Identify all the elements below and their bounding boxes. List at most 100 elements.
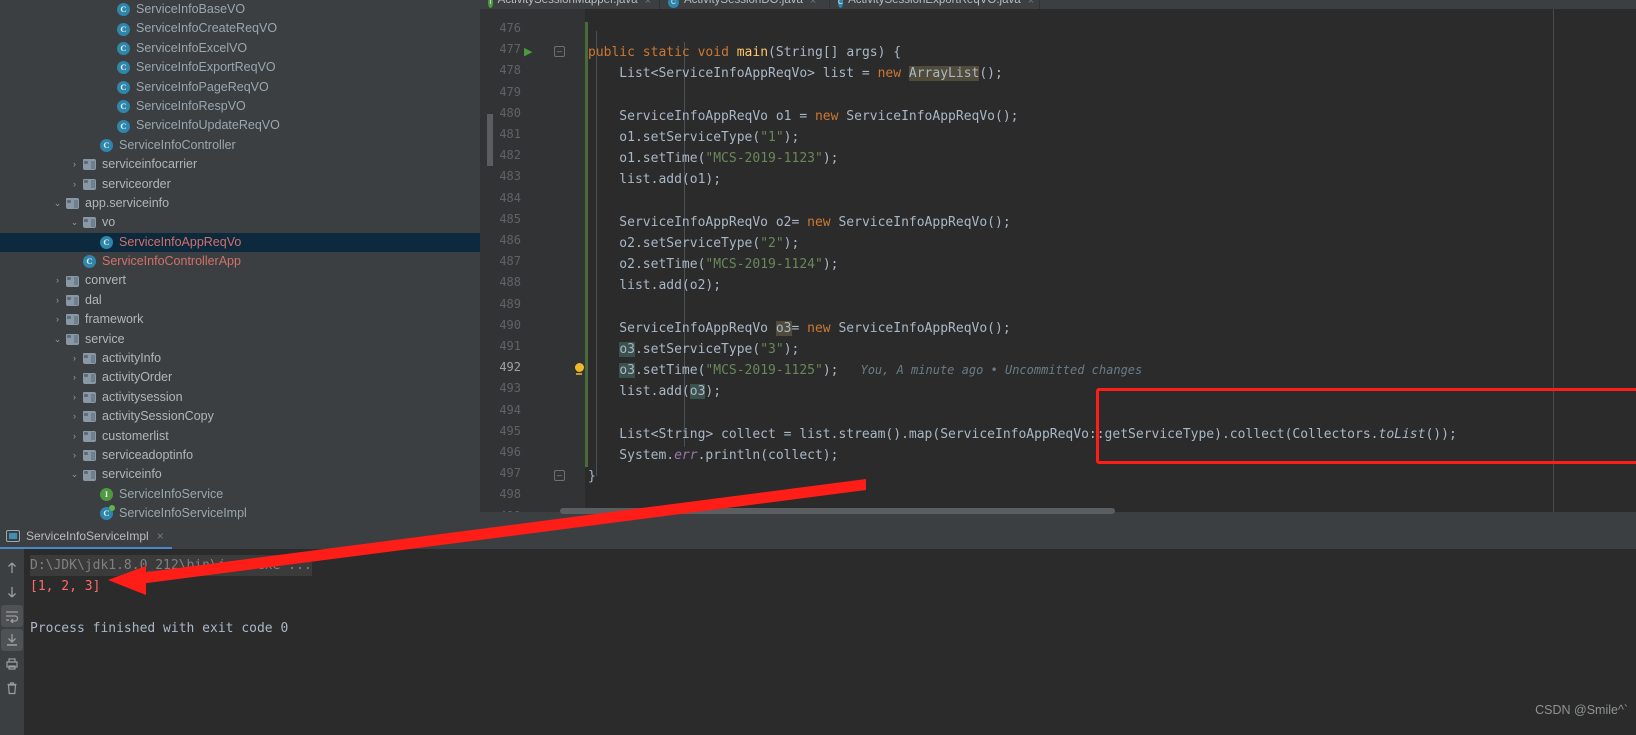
editor-tab-activitysessionexportreqvo-java[interactable]: C ActivitySessionExportReqVO.java × bbox=[830, 0, 1040, 9]
tree-item-serviceinfocarrier[interactable]: › serviceinfocarrier bbox=[0, 155, 480, 174]
chevron-right-icon[interactable]: › bbox=[68, 407, 81, 426]
tree-item-service[interactable]: ⌄ service bbox=[0, 330, 480, 349]
code-line-497[interactable]: } bbox=[588, 466, 596, 487]
tree-item-app-serviceinfo[interactable]: ⌄ app.serviceinfo bbox=[0, 194, 480, 213]
line-number: 494 bbox=[499, 402, 521, 417]
console-output[interactable]: D:\JDK\jdk1.8.0_212\bin\java.exe ... [1, … bbox=[24, 549, 1636, 735]
close-icon[interactable]: × bbox=[1028, 0, 1034, 7]
console-tab-serviceinfoserviceimpl[interactable]: ServiceInfoServiceImpl × bbox=[0, 525, 172, 549]
project-tree-panel[interactable]: ›CServiceInfoBaseVO›CServiceInfoCreateRe… bbox=[0, 0, 480, 525]
code-line-487[interactable]: o2.setTime("MCS-2019-1124"); bbox=[588, 254, 838, 275]
tree-item-activitysessioncopy[interactable]: › activitySessionCopy bbox=[0, 407, 480, 426]
code-text-area[interactable]: public static void main(String[] args) {… bbox=[588, 9, 1636, 527]
chevron-right-icon[interactable]: › bbox=[51, 271, 64, 290]
tree-item-serviceinfocreatereqvo[interactable]: ›C ServiceInfoCreateReqVO bbox=[0, 19, 480, 38]
line-number: 495 bbox=[499, 423, 521, 438]
code-line-485[interactable]: ServiceInfoAppReqVo o2= new ServiceInfoA… bbox=[588, 212, 1010, 233]
chevron-right-icon[interactable]: › bbox=[68, 175, 81, 194]
close-icon[interactable]: × bbox=[645, 0, 651, 7]
tree-item-convert[interactable]: › convert bbox=[0, 271, 480, 290]
tree-item-dal[interactable]: › dal bbox=[0, 291, 480, 310]
chevron-down-icon[interactable]: ⌄ bbox=[68, 213, 81, 232]
tree-item-serviceinfoserviceimpl[interactable]: ›C ServiceInfoServiceImpl bbox=[0, 504, 480, 523]
tree-item-label: convert bbox=[85, 273, 126, 288]
console-line: D:\JDK\jdk1.8.0_212\bin\java.exe ... bbox=[30, 555, 1636, 576]
tree-spacer: › bbox=[85, 504, 98, 523]
editor-tab-activitysessionmapper-java[interactable]: I ActivitySessionMapper.java × bbox=[480, 0, 660, 9]
chevron-right-icon[interactable]: › bbox=[68, 155, 81, 174]
line-number: 480 bbox=[499, 105, 521, 120]
chevron-right-icon[interactable]: › bbox=[68, 427, 81, 446]
code-line-477[interactable]: public static void main(String[] args) { bbox=[588, 42, 901, 63]
line-number: 487 bbox=[499, 254, 521, 269]
close-icon[interactable]: × bbox=[157, 529, 164, 543]
chevron-right-icon[interactable]: › bbox=[68, 368, 81, 387]
tree-item-serviceorder[interactable]: › serviceorder bbox=[0, 175, 480, 194]
chevron-down-icon[interactable]: ⌄ bbox=[51, 330, 64, 349]
tree-item-framework[interactable]: › framework bbox=[0, 310, 480, 329]
tree-item-activityorder[interactable]: › activityOrder bbox=[0, 368, 480, 387]
tree-item-serviceinfo[interactable]: ⌄ serviceinfo bbox=[0, 465, 480, 484]
tree-item-serviceinforespvo[interactable]: ›C ServiceInfoRespVO bbox=[0, 97, 480, 116]
run-gutter-icon[interactable]: ▶ bbox=[524, 46, 536, 58]
code-line-481[interactable]: o1.setServiceType("1"); bbox=[588, 127, 799, 148]
run-configuration-icon bbox=[6, 530, 20, 542]
code-line-492[interactable]: o3.setTime("MCS-2019-1125"); You, A minut… bbox=[588, 360, 1142, 381]
intention-bulb-icon[interactable] bbox=[573, 363, 585, 376]
code-line-478[interactable]: List<ServiceInfoAppReqVo> list = new Arr… bbox=[588, 63, 1003, 84]
editor-horizontal-scrollbar[interactable] bbox=[560, 508, 1115, 514]
tree-item-serviceinfoexcelvo[interactable]: ›C ServiceInfoExcelVO bbox=[0, 39, 480, 58]
tree-item-serviceinfopagereqvo[interactable]: ›C ServiceInfoPageReqVO bbox=[0, 78, 480, 97]
code-line-495[interactable]: List<String> collect = list.stream().map… bbox=[588, 424, 1456, 445]
tree-spacer: › bbox=[102, 19, 115, 38]
editor-tab-activitysessiondo-java[interactable]: C ActivitySessionDO.java × bbox=[660, 0, 830, 9]
tree-item-serviceinfoexportreqvo[interactable]: ›C ServiceInfoExportReqVO bbox=[0, 58, 480, 77]
java-class-icon: C bbox=[115, 100, 132, 114]
code-line-486[interactable]: o2.setServiceType("2"); bbox=[588, 233, 799, 254]
editor-tab-strip[interactable]: I ActivitySessionMapper.java × C ActivitySes… bbox=[480, 0, 1636, 9]
tree-item-serviceinfoupdatereqvo[interactable]: ›C ServiceInfoUpdateReqVO bbox=[0, 116, 480, 135]
tree-item-activitysession[interactable]: › activitysession bbox=[0, 388, 480, 407]
code-fold-icon[interactable]: – bbox=[554, 470, 565, 482]
tree-item-serviceinfocontroller[interactable]: ›C ServiceInfoController bbox=[0, 136, 480, 155]
code-line-480[interactable]: ServiceInfoAppReqVo o1 = new ServiceInfo… bbox=[588, 106, 1018, 127]
clear-all-icon[interactable] bbox=[1, 677, 23, 699]
rerun-down-icon[interactable] bbox=[1, 581, 23, 603]
editor-tab-label: ActivitySessionMapper.java bbox=[497, 0, 638, 6]
tree-item-activityinfo[interactable]: › activityInfo bbox=[0, 349, 480, 368]
code-line-482[interactable]: o1.setTime("MCS-2019-1123"); bbox=[588, 148, 838, 169]
chevron-right-icon[interactable]: › bbox=[68, 446, 81, 465]
console-toolbar[interactable] bbox=[0, 549, 24, 735]
editor-gutter[interactable]: 476 477 ▶ – 478 479 480 481 482 483 484 485 486 487 48… bbox=[480, 9, 585, 535]
tree-item-customerlist[interactable]: › customerlist bbox=[0, 427, 480, 446]
chevron-down-icon[interactable]: ⌄ bbox=[68, 465, 81, 484]
tree-item-serviceinfobasevo[interactable]: ›C ServiceInfoBaseVO bbox=[0, 0, 480, 19]
rerun-up-icon[interactable] bbox=[1, 557, 23, 579]
chevron-right-icon[interactable]: › bbox=[51, 291, 64, 310]
close-icon[interactable]: × bbox=[810, 0, 816, 7]
chevron-down-icon[interactable]: ⌄ bbox=[51, 194, 64, 213]
code-line-496[interactable]: System.err.println(collect); bbox=[588, 445, 838, 466]
chevron-right-icon[interactable]: › bbox=[51, 310, 64, 329]
code-line-483[interactable]: list.add(o1); bbox=[588, 169, 721, 190]
tree-item-serviceadoptinfo[interactable]: › serviceadoptinfo bbox=[0, 446, 480, 465]
tree-item-serviceinfocontrollerapp[interactable]: ›C ServiceInfoControllerApp bbox=[0, 252, 480, 271]
scroll-to-end-icon[interactable] bbox=[1, 629, 23, 651]
tree-item-label: service bbox=[85, 331, 125, 346]
code-fold-icon[interactable]: – bbox=[554, 46, 565, 58]
print-icon[interactable] bbox=[1, 653, 23, 675]
line-number: 497 bbox=[499, 466, 521, 481]
code-line-493[interactable]: list.add(o3); bbox=[588, 381, 721, 402]
tree-item-serviceinfoappreqvo[interactable]: ›C ServiceInfoAppReqVo bbox=[0, 232, 480, 253]
java-class-icon: C bbox=[98, 138, 115, 152]
chevron-right-icon[interactable]: › bbox=[68, 388, 81, 407]
code-line-491[interactable]: o3.setServiceType("3"); bbox=[588, 339, 799, 360]
tree-item-vo[interactable]: ⌄ vo bbox=[0, 213, 480, 232]
console-tab-bar[interactable]: ServiceInfoServiceImpl × bbox=[0, 525, 1636, 549]
tree-item-label: ServiceInfoPageReqVO bbox=[136, 79, 269, 94]
chevron-right-icon[interactable]: › bbox=[68, 349, 81, 368]
code-line-488[interactable]: list.add(o2); bbox=[588, 275, 721, 296]
tree-item-serviceinfoservice[interactable]: ›I ServiceInfoService bbox=[0, 485, 480, 504]
code-line-490[interactable]: ServiceInfoAppReqVo o3= new ServiceInfoA… bbox=[588, 318, 1011, 339]
soft-wrap-icon[interactable] bbox=[1, 605, 23, 627]
